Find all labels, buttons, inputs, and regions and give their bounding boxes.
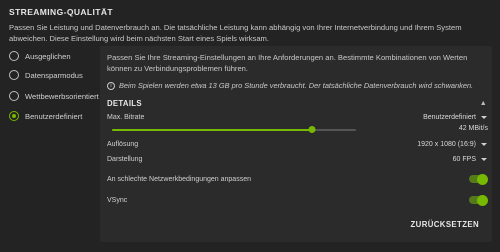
data-usage-info: i Beim Spielen werden etwa 13 GB pro Stu… <box>107 81 473 90</box>
reset-button[interactable]: ZURÜCKSETZEN <box>411 220 479 229</box>
panel-description: Passen Sie Ihre Streaming-Einstellungen … <box>107 53 468 73</box>
adapt-network-row: An schlechte Netzwerkbedingungen anpasse… <box>107 173 488 185</box>
adapt-network-label: An schlechte Netzwerkbedingungen anpasse… <box>107 175 251 183</box>
resolution-value: 1920 x 1080 (16:9) <box>417 141 476 148</box>
caret-down-icon <box>481 143 487 146</box>
details-header[interactable]: DETAILS ▲ <box>107 99 487 108</box>
info-icon: i <box>107 81 115 90</box>
section-description: Passen Sie Leistung und Datenverbrauch a… <box>9 23 462 43</box>
caret-down-icon <box>481 158 487 161</box>
framerate-row: Darstellung 60 FPS <box>107 156 487 163</box>
framerate-label: Darstellung <box>107 156 143 163</box>
resolution-label: Auflösung <box>107 141 139 148</box>
custom-settings-panel: Passen Sie Ihre Streaming-Einstellungen … <box>100 46 492 242</box>
radio-button[interactable] <box>9 70 19 80</box>
bitrate-slider[interactable] <box>112 125 356 135</box>
preset-label: Benutzerdefiniert <box>25 111 83 121</box>
vsync-label: VSync <box>107 196 128 204</box>
resolution-dropdown[interactable]: 1920 x 1080 (16:9) <box>417 141 487 148</box>
preset-option-custom[interactable]: Benutzerdefiniert <box>9 110 82 122</box>
preset-option-balanced[interactable]: Ausgeglichen <box>9 50 71 62</box>
section-title: STREAMING-QUALITÄT <box>9 7 113 17</box>
slider-thumb[interactable] <box>308 126 316 133</box>
adapt-network-toggle[interactable] <box>469 173 488 185</box>
max-bitrate-label: Max. Bitrate <box>107 114 145 121</box>
preset-label: Ausgeglichen <box>25 51 71 61</box>
caret-down-icon <box>481 116 487 119</box>
preset-option-data-saver[interactable]: Datensparmodus <box>9 69 83 81</box>
data-usage-text: Beim Spielen werden etwa 13 GB pro Stund… <box>119 81 474 90</box>
framerate-value: 60 FPS <box>452 156 476 163</box>
slider-fill <box>112 129 313 131</box>
resolution-row: Auflösung 1920 x 1080 (16:9) <box>107 141 487 148</box>
vsync-toggle[interactable] <box>469 194 488 206</box>
radio-button[interactable] <box>9 91 19 101</box>
vsync-row: VSync <box>107 194 488 206</box>
radio-button-selected[interactable] <box>9 111 19 121</box>
preset-option-competitive[interactable]: Wettbewerbsorientiert <box>9 90 99 102</box>
max-bitrate-row: Max. Bitrate Benutzerdefiniert <box>107 114 487 121</box>
framerate-dropdown[interactable]: 60 FPS <box>453 156 487 163</box>
preset-label: Wettbewerbsorientiert <box>25 91 99 101</box>
details-title: DETAILS <box>107 99 142 108</box>
bitrate-value: 42 MBit/s <box>458 125 488 132</box>
preset-label: Datensparmodus <box>25 70 83 80</box>
max-bitrate-dropdown-value: Benutzerdefiniert <box>423 114 476 121</box>
chevron-up-icon[interactable]: ▲ <box>480 100 487 107</box>
radio-button[interactable] <box>9 51 19 61</box>
max-bitrate-dropdown[interactable]: Benutzerdefiniert <box>423 114 487 121</box>
